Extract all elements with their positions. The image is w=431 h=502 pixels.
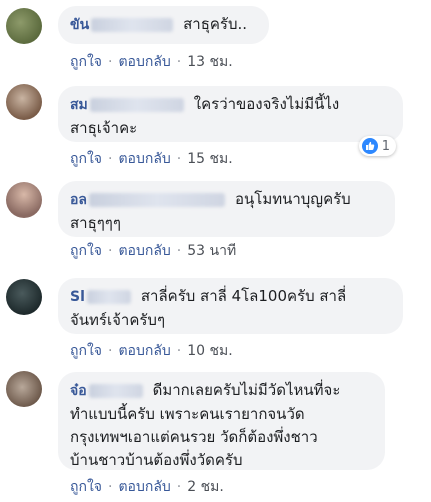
avatar[interactable] bbox=[6, 279, 42, 315]
comment-actions: ถูกใจ · ตอบกลับ · 13 ชม. bbox=[70, 51, 233, 73]
comment-bubble: Sl สาลี่ครับ สาลี่ 4โล100ครับ สาลี่ จันทร… bbox=[58, 278, 403, 334]
comment-text-line: ทำแบบนี้ครับ เพราะคนเรายากจนวัด bbox=[70, 405, 305, 423]
commenter-name[interactable]: สม bbox=[70, 94, 188, 117]
avatar[interactable] bbox=[6, 8, 42, 44]
avatar[interactable] bbox=[6, 182, 42, 218]
thumbs-up-icon bbox=[361, 138, 378, 154]
separator: · bbox=[108, 343, 113, 359]
comment-text-line: ดีมากเลยครับไม่มีวัดไหนที่จะ bbox=[152, 381, 341, 399]
commenter-name[interactable]: จ๋อ bbox=[70, 380, 147, 403]
comment-text-line: บ้านชาวบ้านต้องพึ่งวัดครับ bbox=[70, 451, 243, 469]
comment-bubble: สม ใครว่าของจริงไม่มีนี้ไง สาธุเจ้าคะ bbox=[58, 86, 403, 142]
like-link[interactable]: ถูกใจ bbox=[70, 54, 102, 70]
like-link[interactable]: ถูกใจ bbox=[70, 151, 102, 167]
reply-link[interactable]: ตอบกลับ bbox=[118, 479, 170, 495]
avatar[interactable] bbox=[6, 84, 42, 120]
like-link[interactable]: ถูกใจ bbox=[70, 343, 102, 359]
comment-actions: ถูกใจ · ตอบกลับ · 10 ชม. bbox=[70, 340, 233, 362]
comment-bubble: อล อนุโมทนาบุญครับ สาธุๆๆๆ bbox=[58, 181, 395, 237]
comment-text-line: กรุงเทพฯเอาแต่คนรวย วัดก็ต้องพึ่งชาว bbox=[70, 428, 318, 446]
separator: · bbox=[176, 151, 182, 167]
timestamp[interactable]: 2 ชม. bbox=[187, 479, 224, 495]
timestamp[interactable]: 53 นาที bbox=[187, 243, 236, 259]
comment-text-line: จันทร์เจ้าครับๆ bbox=[70, 311, 165, 329]
reply-link[interactable]: ตอบกลับ bbox=[118, 243, 170, 259]
comment-text-line: อนุโมทนาบุญครับ bbox=[235, 190, 351, 208]
commenter-name[interactable]: ขัน bbox=[70, 14, 177, 37]
comment-text-line: สาลี่ครับ สาลี่ 4โล100ครับ สาลี่ bbox=[140, 287, 347, 305]
comment-bubble: ขัน สาธุครับ.. bbox=[58, 6, 269, 44]
comment-bubble: จ๋อ ดีมากเลยครับไม่มีวัดไหนที่จะ ทำแบบนี้… bbox=[58, 372, 385, 470]
reaction-number: 1 bbox=[381, 138, 390, 154]
commenter-name[interactable]: Sl bbox=[70, 286, 135, 309]
timestamp[interactable]: 15 ชม. bbox=[187, 151, 232, 167]
avatar[interactable] bbox=[6, 371, 42, 407]
separator: · bbox=[176, 54, 182, 70]
like-link[interactable]: ถูกใจ bbox=[70, 479, 102, 495]
separator: · bbox=[176, 243, 182, 259]
timestamp[interactable]: 13 ชม. bbox=[187, 54, 232, 70]
comment-actions: ถูกใจ · ตอบกลับ · 2 ชม. bbox=[70, 476, 224, 498]
separator: · bbox=[108, 151, 113, 167]
comment-actions: ถูกใจ · ตอบกลับ · 53 นาที bbox=[70, 240, 236, 262]
reply-link[interactable]: ตอบกลับ bbox=[118, 343, 170, 359]
like-link[interactable]: ถูกใจ bbox=[70, 243, 102, 259]
reply-link[interactable]: ตอบกลับ bbox=[118, 54, 170, 70]
reaction-count[interactable]: 1 bbox=[358, 136, 396, 156]
timestamp[interactable]: 10 ชม. bbox=[187, 343, 232, 359]
comment-text-line: ใครว่าของจริงไม่มีนี้ไง bbox=[193, 95, 340, 113]
separator: · bbox=[176, 479, 182, 495]
separator: · bbox=[108, 479, 113, 495]
commenter-name[interactable]: อล bbox=[70, 189, 229, 212]
comment-text-line: สาธุๆๆๆ bbox=[70, 214, 121, 232]
comment-text-line: สาธุเจ้าคะ bbox=[70, 119, 138, 137]
separator: · bbox=[108, 243, 113, 259]
comment-text: สาธุครับ.. bbox=[183, 15, 248, 33]
separator: · bbox=[176, 343, 182, 359]
comment-actions: ถูกใจ · ตอบกลับ · 15 ชม. bbox=[70, 148, 233, 170]
reply-link[interactable]: ตอบกลับ bbox=[118, 151, 170, 167]
separator: · bbox=[108, 54, 113, 70]
